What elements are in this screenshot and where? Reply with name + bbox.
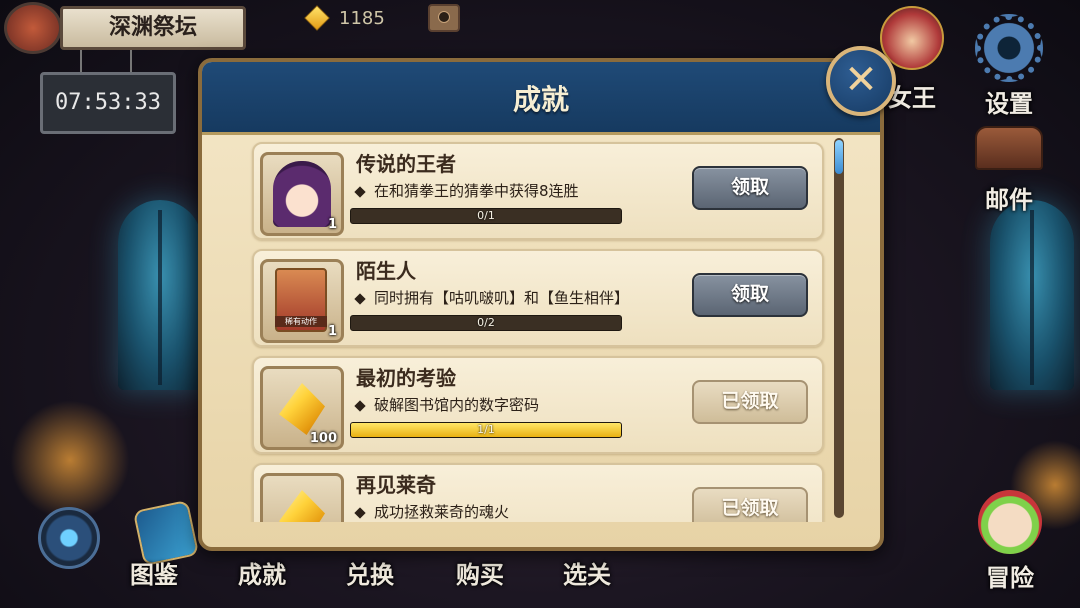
nav-stage-select[interactable]: 选关 [563, 555, 611, 590]
mail-button[interactable]: 邮件 [974, 126, 1044, 215]
description-text: 成功拯救莱奇的魂火 [374, 503, 510, 521]
scrollbar-thumb[interactable] [835, 140, 843, 174]
timer-chain [80, 50, 82, 74]
achievement-title: 再见莱奇 [356, 473, 436, 497]
achievement-title: 陌生人 [356, 259, 416, 283]
reward-count: 1 [327, 324, 337, 339]
location-emblem-icon [4, 2, 62, 54]
gem-icon [279, 383, 325, 435]
achievement-description: 成功拯救莱奇的魂火 [354, 501, 510, 522]
reward-portrait: 1 [260, 152, 344, 236]
mailbox-icon [975, 126, 1043, 170]
description-text: 在和猜拳王的猜拳中获得8连胜 [374, 182, 579, 200]
achievement-title: 最初的考验 [356, 366, 456, 390]
character-portrait-icon [273, 161, 331, 227]
modal-header: 成就 [202, 62, 880, 135]
bullet-icon [354, 399, 366, 412]
reward-gems [260, 473, 344, 522]
claimed-button: 已领取 [692, 487, 808, 522]
reward-card: 稀有动作 1 [260, 259, 344, 343]
achievement-row: 再见莱奇 成功拯救莱奇的魂火 已领取 [252, 463, 824, 522]
bullet-icon [354, 506, 366, 519]
card-caption: 稀有动作 [275, 316, 327, 327]
gem-count-value: 1185 [339, 7, 385, 29]
location-name: 深渊祭坛 [60, 6, 246, 50]
achievement-row: 稀有动作 1 陌生人 同时拥有【咕叽啵叽】和【鱼生相伴】 0/2 领取 [252, 249, 824, 347]
achievements-modal: 成就 1 传说的王者 在和猜拳王的猜拳中获得8连胜 0/1 领取 稀有动作 1 … [198, 58, 884, 551]
claim-button[interactable]: 领取 [692, 166, 808, 210]
settings-button[interactable]: 设置 [974, 14, 1044, 119]
camera-icon[interactable] [428, 4, 460, 32]
progress-text: 0/1 [477, 209, 495, 222]
description-text: 同时拥有【咕叽啵叽】和【鱼生相伴】 [374, 289, 630, 307]
achievement-description: 破解图书馆内的数字密码 [354, 394, 540, 415]
location-banner: 深渊祭坛 [0, 0, 255, 54]
claimed-button: 已领取 [692, 380, 808, 424]
list-scrollbar[interactable] [834, 138, 844, 518]
background-window-right [990, 200, 1074, 390]
gem-icon [304, 5, 330, 31]
bullet-icon [354, 185, 366, 198]
gem-icon [279, 490, 325, 522]
nav-achievements[interactable]: 成就 [238, 555, 286, 590]
progress-text: 0/2 [477, 316, 495, 329]
description-text: 破解图书馆内的数字密码 [374, 396, 540, 414]
mail-label: 邮件 [985, 186, 1033, 214]
compass-icon[interactable] [38, 507, 100, 569]
countdown-timer: 07:53:33 [40, 72, 176, 134]
nav-exchange[interactable]: 兑换 [346, 555, 394, 590]
progress-bar: 1/1 [350, 422, 622, 438]
progress-text: 1/1 [477, 423, 495, 436]
claim-button[interactable]: 领取 [692, 273, 808, 317]
achievement-title: 传说的王者 [356, 152, 456, 176]
close-button[interactable]: ✕ [826, 46, 896, 116]
timer-chain [130, 50, 132, 74]
achievement-description: 同时拥有【咕叽啵叽】和【鱼生相伴】 [354, 287, 630, 308]
reward-count: 1 [327, 217, 337, 232]
achievement-description: 在和猜拳王的猜拳中获得8连胜 [354, 180, 579, 201]
progress-bar: 0/1 [350, 208, 622, 224]
achievement-row: 1 传说的王者 在和猜拳王的猜拳中获得8连胜 0/1 领取 [252, 142, 824, 240]
nav-shop[interactable]: 购买 [456, 555, 504, 590]
background-window-left [118, 200, 202, 390]
gear-icon [975, 14, 1043, 82]
progress-bar: 0/2 [350, 315, 622, 331]
modal-title: 成就 [512, 83, 569, 116]
achievement-row: 100 最初的考验 破解图书馆内的数字密码 1/1 已领取 [252, 356, 824, 454]
nav-codex[interactable]: 图鉴 [130, 555, 178, 590]
candle-glow-left [10, 400, 130, 520]
gem-counter: 1185 [304, 5, 385, 31]
reward-count: 100 [309, 431, 337, 446]
reward-gems: 100 [260, 366, 344, 450]
achievement-list[interactable]: 1 传说的王者 在和猜拳王的猜拳中获得8连胜 0/1 领取 稀有动作 1 陌生人… [232, 132, 848, 522]
settings-label: 设置 [985, 90, 1033, 118]
bullet-icon [354, 292, 366, 305]
